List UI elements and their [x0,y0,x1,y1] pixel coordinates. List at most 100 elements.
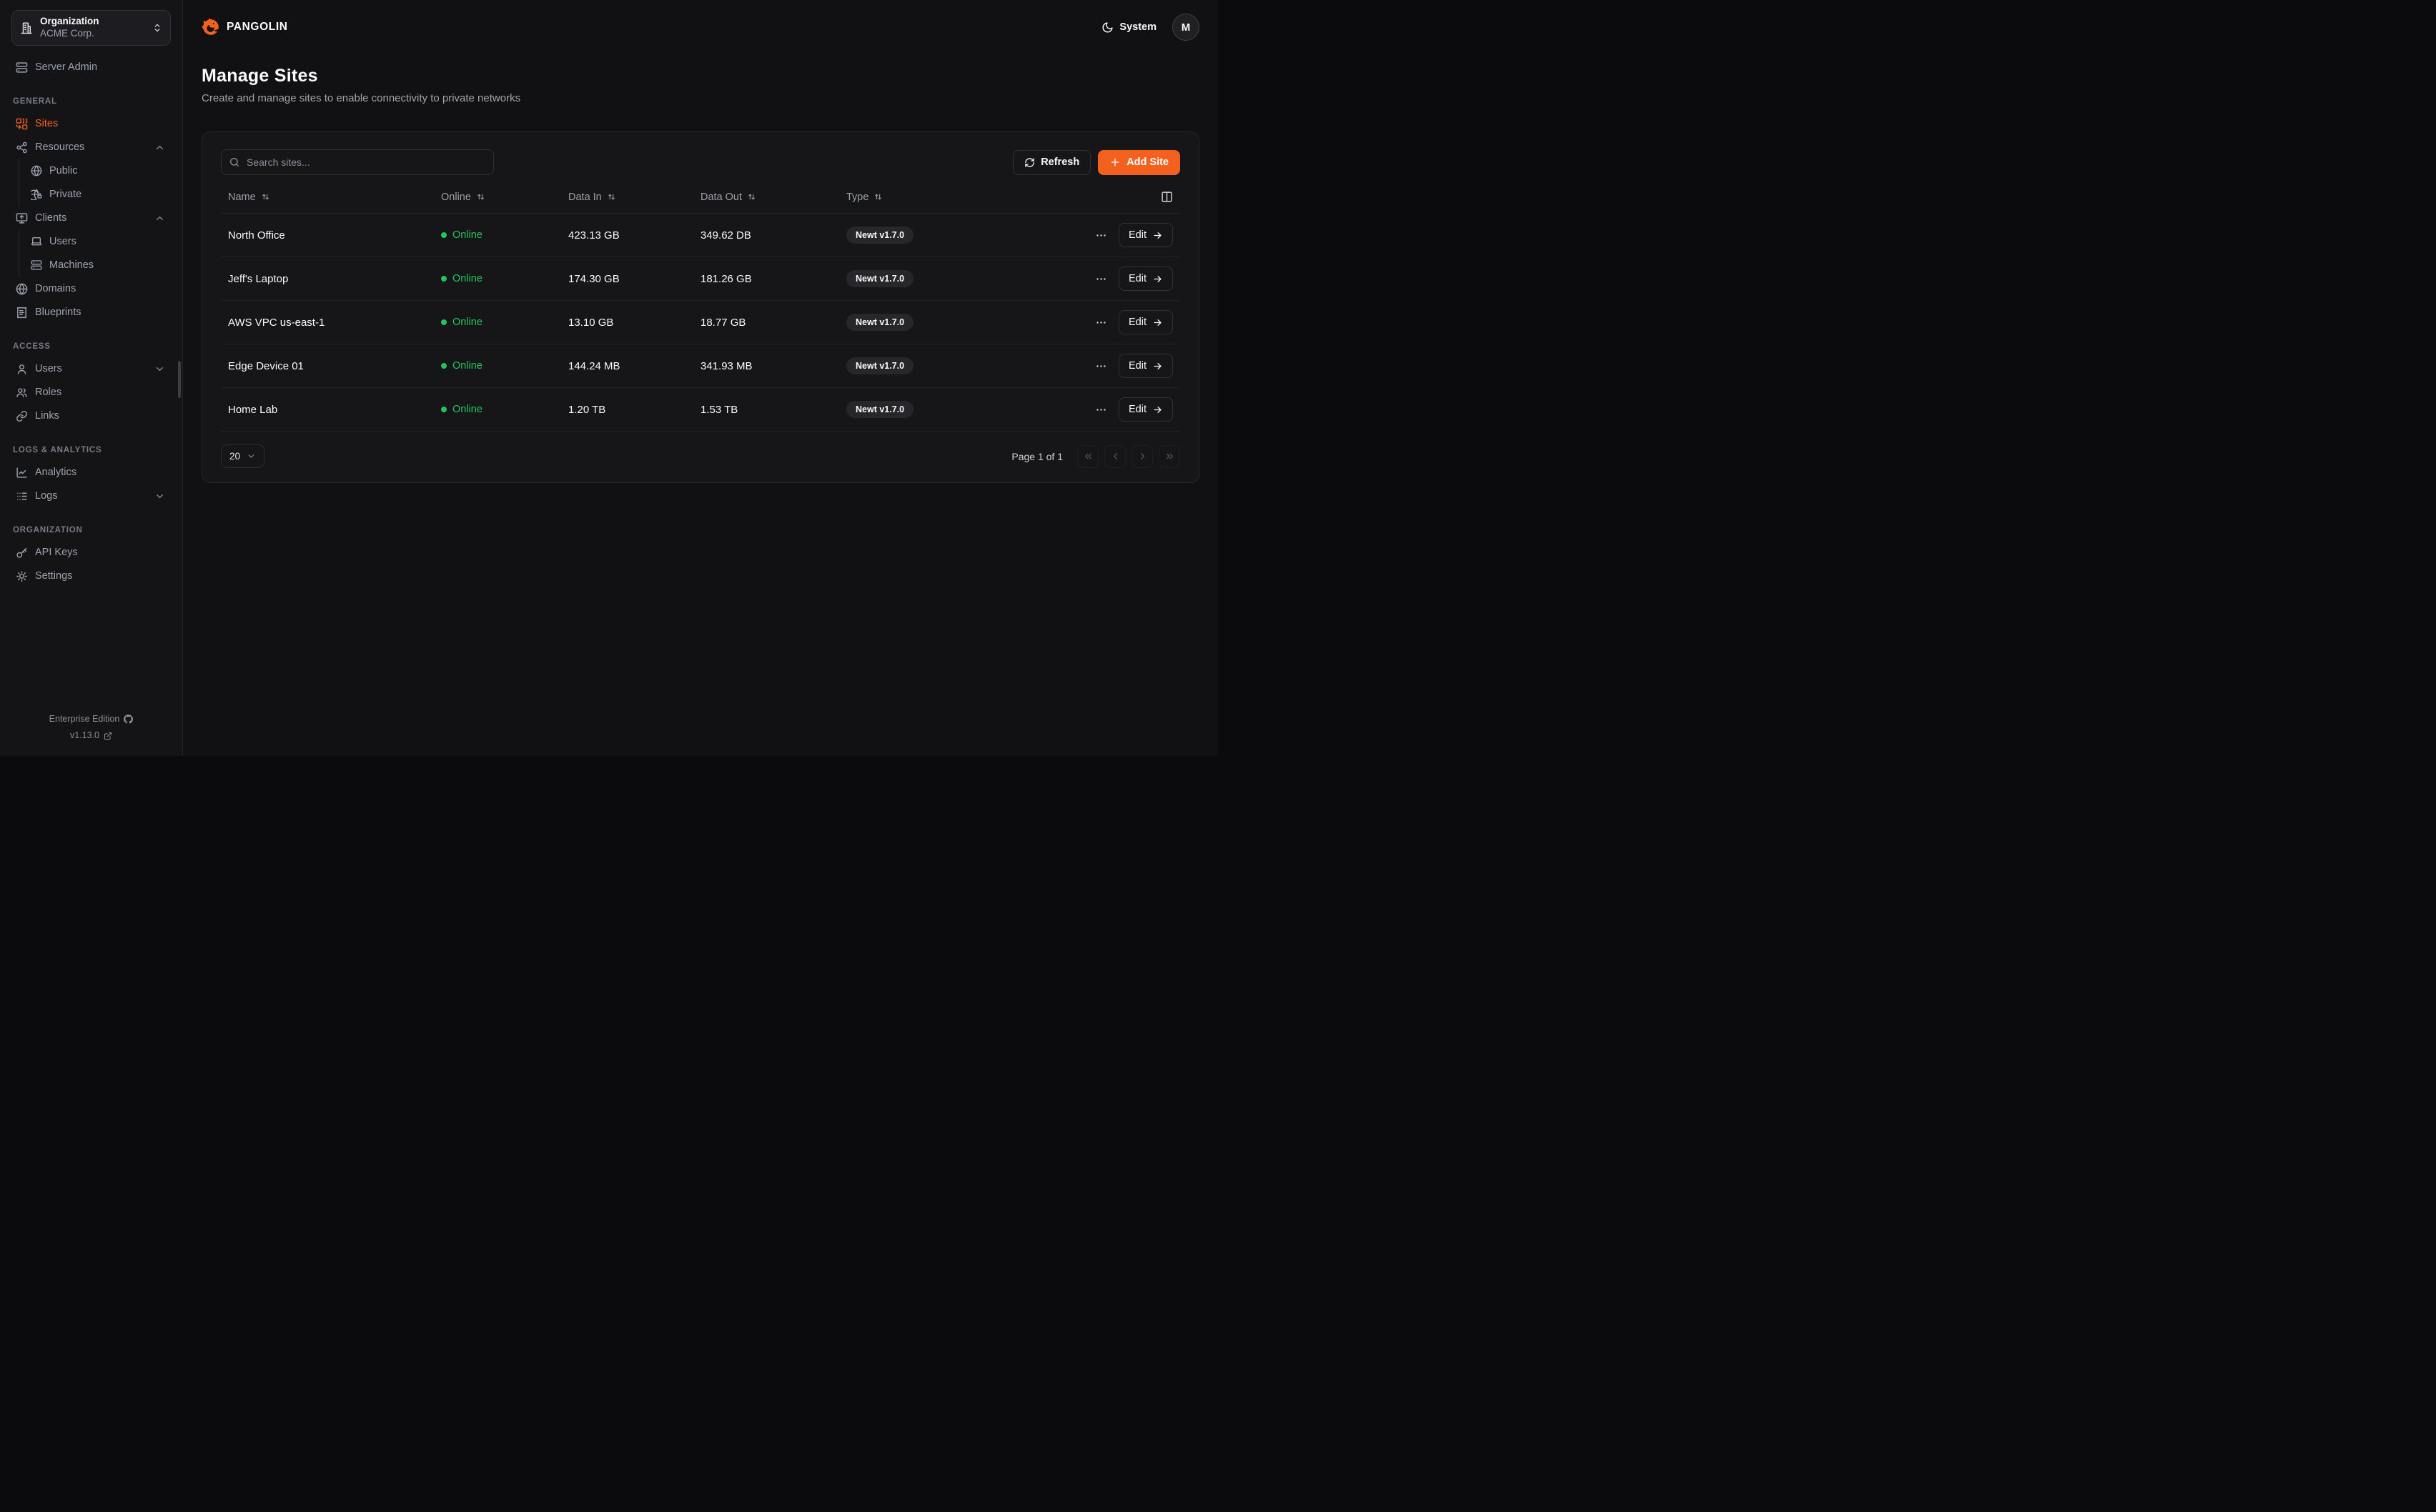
sidebar-item-blueprints[interactable]: Blueprints [11,301,171,324]
column-header-data-in[interactable]: Data In [568,192,700,203]
site-name: AWS VPC us-east-1 [228,317,441,329]
add-site-button[interactable]: Add Site [1098,150,1180,175]
arrow-right-icon [1152,317,1163,328]
chevron-down-icon[interactable] [154,364,165,374]
row-menu-icon[interactable] [1092,314,1110,332]
row-menu-icon[interactable] [1092,270,1110,288]
data-in-value: 1.20 TB [568,404,700,416]
search-input[interactable] [221,149,494,175]
column-label: Data Out [700,192,742,203]
column-header-data-out[interactable]: Data Out [700,192,846,203]
online-label: Online [452,317,482,328]
sidebar-item-resources[interactable]: Resources [11,136,171,159]
data-in-value: 13.10 GB [568,317,700,329]
laptop-icon [31,236,42,247]
version-link[interactable]: v1.13.0 [11,727,171,745]
next-page-button[interactable] [1132,445,1153,468]
sidebar-item-links[interactable]: Links [11,404,171,428]
table-row: North Office Online 423.13 GB 349.62 DB … [221,214,1180,257]
logs-icon [16,490,28,502]
row-menu-icon[interactable] [1092,401,1110,419]
data-in-value: 423.13 GB [568,229,700,242]
sidebar-item-server-admin[interactable]: Server Admin [11,56,171,79]
page-size-select[interactable]: 20 [221,444,264,468]
online-dot [441,363,447,369]
previous-page-button[interactable] [1104,445,1126,468]
sidebar-item-machines[interactable]: Machines [31,254,171,277]
column-header-type[interactable]: Type [846,192,1161,203]
org-selector-label: Organization [40,16,145,28]
online-dot [441,319,447,325]
main-content: PANGOLIN System M Manage Sites Create an… [183,0,1218,756]
sidebar-item-sites[interactable]: Sites [11,112,171,136]
version-label: v1.13.0 [70,727,99,745]
sidebar-item-label: Sites [35,118,58,129]
edit-button[interactable]: Edit [1119,397,1173,422]
column-header-name[interactable]: Name [228,192,441,203]
chevron-left-icon [1110,451,1121,462]
sidebar-item-users[interactable]: Users [11,357,171,381]
chevron-up-icon[interactable] [154,142,165,153]
table-row: Jeff's Laptop Online 174.30 GB 181.26 GB… [221,257,1180,301]
edition-label: Enterprise Edition [49,711,120,728]
column-header-online[interactable]: Online [441,192,568,203]
section-label-access: ACCESS [13,342,169,351]
row-menu-icon[interactable] [1092,227,1110,244]
chevron-up-icon[interactable] [154,213,165,224]
org-selector[interactable]: Organization ACME Corp. [11,10,171,46]
sidebar-item-label: Analytics [35,467,76,478]
sidebar-item-public[interactable]: Public [31,159,171,183]
globe-icon [31,165,42,176]
chevron-down-icon[interactable] [154,491,165,502]
edition-link[interactable]: Enterprise Edition [11,711,171,728]
sidebar-item-api-keys[interactable]: API Keys [11,541,171,564]
organization-icon [20,21,33,34]
edit-button[interactable]: Edit [1119,267,1173,291]
brand-logo[interactable]: PANGOLIN [202,18,288,36]
sidebar-item-label: Clients [35,212,66,224]
org-selector-texts: Organization ACME Corp. [40,16,145,40]
sidebar-nav: Server Admin GENERAL Sites Resources Pub… [11,56,171,588]
site-name: Edge Device 01 [228,360,441,372]
avatar[interactable]: M [1172,14,1199,41]
sidebar-item-roles[interactable]: Roles [11,381,171,404]
add-site-label: Add Site [1127,156,1169,168]
online-dot [441,276,447,282]
sidebar-item-clients-users[interactable]: Users [31,230,171,254]
edit-button[interactable]: Edit [1119,223,1173,247]
sidebar-scrollbar-thumb[interactable] [178,361,181,398]
refresh-icon [1024,157,1035,168]
type-badge: Newt v1.7.0 [846,401,914,418]
sidebar-item-private[interactable]: Private [31,183,171,207]
github-icon [124,715,133,724]
sidebar-item-label: Resources [35,141,84,153]
row-menu-icon[interactable] [1092,357,1110,375]
sidebar-item-settings[interactable]: Settings [11,564,171,588]
column-label: Data In [568,192,602,203]
refresh-label: Refresh [1041,156,1079,168]
online-label: Online [452,273,482,284]
edit-label: Edit [1129,229,1147,241]
edit-label: Edit [1129,360,1147,372]
chevron-down-icon [247,452,256,461]
edit-button[interactable]: Edit [1119,354,1173,378]
sidebar-item-domains[interactable]: Domains [11,277,171,301]
sidebar-item-label: Users [35,363,62,374]
chevrons-up-down-icon [152,23,162,33]
sidebar-item-clients[interactable]: Clients [11,207,171,230]
sort-icon [747,192,756,202]
sidebar-item-logs[interactable]: Logs [11,484,171,508]
clients-subtree: Users Machines [19,230,171,277]
edit-button[interactable]: Edit [1119,310,1173,334]
data-out-value: 181.26 GB [700,273,846,285]
site-name: North Office [228,229,441,242]
column-visibility-icon[interactable] [1161,191,1173,203]
last-page-button[interactable] [1159,445,1180,468]
sites-icon [16,118,28,130]
column-label: Type [846,192,868,203]
refresh-button[interactable]: Refresh [1013,150,1091,175]
first-page-button[interactable] [1077,445,1099,468]
sidebar-item-analytics[interactable]: Analytics [11,461,171,484]
theme-toggle[interactable]: System [1101,21,1157,34]
online-label: Online [452,229,482,241]
